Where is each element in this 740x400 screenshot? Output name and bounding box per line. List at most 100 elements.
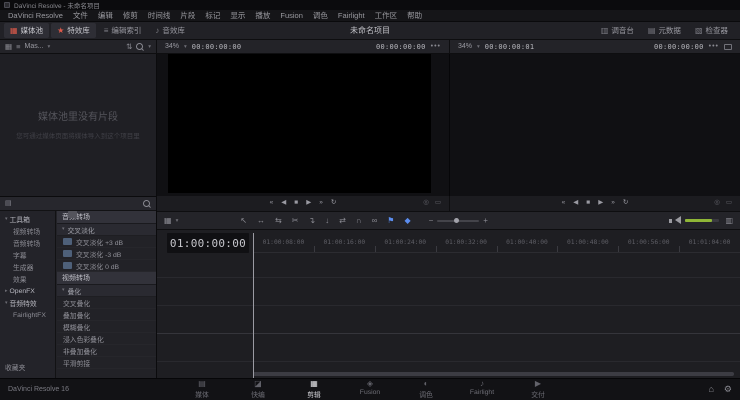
fx-item[interactable]: 交叉淡化 0 dB [57,260,156,272]
marker-icon[interactable]: ◆ [404,216,410,225]
capture-still-icon[interactable]: ▭ [726,200,732,207]
fx-item[interactable]: 交叉淡化 -3 dB [57,248,156,260]
fx-nav-audio-fx[interactable]: ▾ 音频特效 [0,297,55,309]
timeline-hscrollbar[interactable] [253,372,734,376]
menu-item-帮助[interactable]: 帮助 [407,10,422,21]
page-color[interactable]: ◐ 调色 [408,380,444,400]
menu-item-文件[interactable]: 文件 [73,10,88,21]
list-view-icon[interactable]: ≡ [16,43,20,51]
replace-clip-icon[interactable]: ⇄ [339,216,346,225]
sort-icon[interactable]: ⇅ [126,43,132,51]
timeline-current-timecode[interactable]: 00:00:00:01 [485,43,535,51]
page-fusion[interactable]: ◈ Fusion [352,380,388,399]
source-current-timecode[interactable]: 00:00:00:00 [192,43,242,51]
dynamic-trim-mode-icon[interactable]: ⇆ [275,216,282,225]
timeline-view-options-icon[interactable]: ▦ [164,216,172,225]
ruler-label[interactable]: 01:00:40:00 [496,233,558,252]
page-media[interactable]: ▤ 媒体 [184,380,220,400]
thumbnail-view-icon[interactable]: ▦ [5,43,12,51]
fx-group-row[interactable]: ▾ 叠化 [57,285,156,297]
zoom-in-icon[interactable]: + [483,216,488,225]
page-fairlight[interactable]: ♪ Fairlight [464,380,500,399]
menu-item-标记[interactable]: 标记 [205,10,220,21]
source-jump-last-button[interactable]: » [319,200,323,207]
zoom-out-icon[interactable]: − [429,216,434,225]
fx-item[interactable]: 模糊叠化 [57,211,156,333]
fx-nav-audio-transitions[interactable]: 音频转场 [0,237,55,249]
mixer-button[interactable]: ▥ 调音台 [595,23,640,38]
fx-item[interactable]: 平滑剪接 [57,211,156,369]
linked-selection-icon[interactable]: ∞ [372,216,378,225]
timeline-stop-button[interactable]: ■ [586,200,590,207]
ruler-label[interactable]: 01:00:08:00 [253,233,314,252]
timeline-options-menu[interactable]: ••• [709,43,719,50]
menu-item-片段[interactable]: 片段 [180,10,195,21]
fx-nav-generators[interactable]: 生成器 [0,261,55,273]
fx-nav-titles[interactable]: 字幕 [0,249,55,261]
menu-item-显示[interactable]: 显示 [230,10,245,21]
fx-nav-favorites[interactable]: 收藏夹 [0,361,55,373]
menu-item-调色[interactable]: 调色 [313,10,328,21]
audio-meter-icon[interactable]: ▥ [725,216,733,225]
source-options-menu[interactable]: ••• [431,43,441,50]
fx-nav-effects[interactable]: 效果 [0,273,55,285]
timeline-zoom-select[interactable]: 34% [458,43,472,50]
timeline-play-reverse-button[interactable]: ◀ [573,200,578,207]
ruler-label[interactable]: 01:00:16:00 [313,233,375,252]
menu-item-davinci-resolve[interactable]: DaVinci Resolve [8,11,63,20]
source-play-forward-button[interactable]: ▶ [306,200,311,207]
ruler-label[interactable]: 01:01:04:00 [679,233,740,252]
menu-item-修剪[interactable]: 修剪 [123,10,138,21]
flag-icon[interactable]: ⚑ [387,216,394,225]
bin-selector[interactable]: Mas... [24,43,43,50]
overwrite-clip-icon[interactable]: ↓ [325,216,329,225]
match-frame-icon[interactable]: ◎ [423,200,429,207]
single-viewer-mode-icon[interactable] [724,43,732,50]
match-frame-icon[interactable]: ◎ [714,200,720,207]
trim-edit-mode-icon[interactable]: ↔ [257,216,265,225]
inspector-button[interactable]: ▧ 检查器 [689,23,734,38]
zoom-slider-handle[interactable] [454,217,460,223]
blade-edit-mode-icon[interactable]: ✂ [292,216,299,225]
timeline-play-forward-button[interactable]: ▶ [598,200,603,207]
source-zoom-select[interactable]: 34% [165,43,179,50]
fx-item[interactable]: 交叉淡化 +3 dB [57,236,156,248]
ruler-label[interactable]: 01:00:32:00 [435,233,497,252]
timeline-jump-first-button[interactable]: « [562,200,566,207]
source-loop-button[interactable]: ↻ [331,200,336,207]
hscrollbar-handle[interactable] [253,372,734,376]
fx-nav-video-transitions[interactable]: 视频转场 [0,225,55,237]
timeline-loop-button[interactable]: ↻ [623,200,628,207]
speaker-icon[interactable] [669,216,682,225]
page-cut[interactable]: ◪ 快编 [240,380,276,400]
menu-item-播放[interactable]: 播放 [255,10,270,21]
menu-item-fusion[interactable]: Fusion [280,11,303,20]
sound-library-button[interactable]: ♪ 音效库 [149,23,191,38]
fx-item[interactable]: 叠加叠化 [57,211,156,321]
page-deliver[interactable]: ▶ 交付 [520,380,556,400]
source-stop-button[interactable]: ■ [294,200,298,207]
fx-nav-toolbox[interactable]: ▾ 工具箱 [0,213,55,225]
ruler-label[interactable]: 01:00:56:00 [618,233,679,252]
ruler-label[interactable]: 01:00:24:00 [374,233,436,252]
fx-nav-openfx[interactable]: ▸ OpenFX [0,285,55,297]
search-icon[interactable] [143,199,151,208]
playhead[interactable] [253,233,254,378]
fx-item[interactable]: 交叉叠化 [57,211,156,309]
media-pool-button[interactable]: ▦ 媒体池 [4,23,50,38]
search-icon[interactable] [136,42,144,51]
project-manager-icon[interactable]: ⌂ [708,385,713,394]
selection-mode-icon[interactable]: ↖ [240,216,247,225]
fx-item[interactable]: 非叠加叠化 [57,211,156,357]
source-jump-first-button[interactable]: « [270,200,274,207]
menu-item-fairlight[interactable]: Fairlight [338,11,365,20]
metadata-button[interactable]: ▤ 元数据 [642,23,687,38]
ruler-label[interactable]: 01:00:48:00 [557,233,618,252]
effects-view-icon[interactable]: ▤ [5,200,12,207]
fx-group-row[interactable]: ▾ 交叉淡化 [57,224,156,236]
menu-item-时间线[interactable]: 时间线 [148,10,171,21]
effects-library-button[interactable]: ★ 特效库 [51,23,96,38]
audio-level-slider[interactable] [685,219,720,222]
menu-item-工作区[interactable]: 工作区 [375,10,398,21]
timeline-jump-last-button[interactable]: » [611,200,615,207]
